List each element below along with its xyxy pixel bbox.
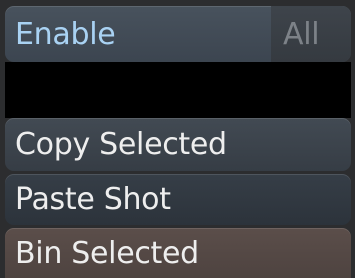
bin-selected-label: Bin Selected: [15, 235, 199, 271]
paste-shot-label: Paste Shot: [15, 182, 171, 217]
enable-row[interactable]: Enable All: [5, 6, 351, 62]
paste-shot-button[interactable]: Paste Shot: [5, 174, 351, 225]
enable-scope-dropdown[interactable]: All: [271, 6, 351, 62]
menu-separator: [5, 62, 351, 118]
copy-selected-button[interactable]: Copy Selected: [5, 118, 351, 171]
context-menu-panel: Enable All Copy Selected Paste Shot Bin …: [0, 0, 355, 278]
bin-selected-button[interactable]: Bin Selected: [5, 228, 351, 278]
enable-label: Enable: [15, 16, 116, 52]
copy-selected-label: Copy Selected: [15, 127, 227, 162]
